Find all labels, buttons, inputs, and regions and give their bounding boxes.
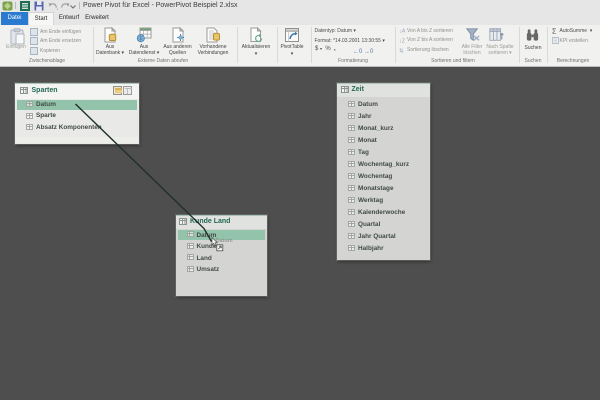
svg-text:→0: →0 — [364, 49, 374, 55]
svg-text:Σ: Σ — [552, 29, 557, 36]
svg-text:↓Z: ↓Z — [399, 39, 406, 45]
svg-text:Datum: Datum — [216, 238, 233, 244]
svg-text:←0: ←0 — [353, 49, 363, 55]
svg-text:⇅: ⇅ — [399, 49, 404, 55]
svg-text:↓A: ↓A — [399, 29, 406, 35]
